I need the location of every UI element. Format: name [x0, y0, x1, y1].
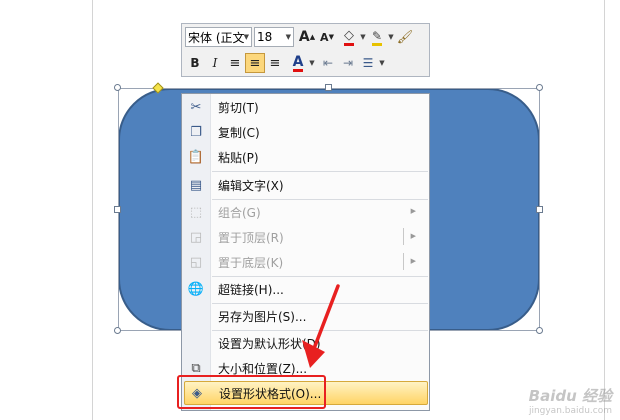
baidu-watermark: Baidu 经验 jingyan.baidu.com — [529, 385, 612, 416]
line-color-button[interactable]: ✎ — [367, 27, 387, 47]
pencil-icon: ✎ — [371, 29, 383, 46]
chevron-right-icon: ▶ — [410, 207, 416, 215]
chevron-down-icon[interactable]: ▼ — [378, 59, 386, 67]
group-icon: ⬚ — [189, 204, 203, 220]
fill-color-button[interactable]: ◇ — [339, 27, 359, 47]
chevron-down-icon[interactable]: ▼ — [286, 33, 291, 41]
menu-item-label: 组合(G) — [218, 205, 261, 220]
font-size-value: 18 — [257, 30, 273, 44]
menu-item-save-as-picture[interactable]: 另存为图片(S)... — [184, 304, 428, 328]
menu-item-group[interactable]: ⬚ 组合(G) ▶ — [184, 200, 428, 224]
chevron-down-icon[interactable]: ▼ — [244, 33, 249, 41]
font-name-value: 宋体 (正文 — [188, 30, 245, 45]
font-name-field[interactable]: 宋体 (正文 ▼ — [185, 27, 252, 47]
resize-handle-bottom-right[interactable] — [536, 327, 543, 334]
menu-item-set-default-shape[interactable]: 设置为默认形状(D) — [184, 331, 428, 355]
resize-handle-right[interactable] — [536, 206, 543, 213]
menu-item-bring-to-front[interactable]: ◲ 置于顶层(R) ▶ — [184, 225, 428, 249]
page-edge-right — [604, 0, 605, 420]
paint-bucket-icon: ◇ — [344, 28, 354, 46]
copy-icon: ❐ — [190, 124, 202, 140]
brush-icon: 🖌 — [396, 29, 414, 45]
page-edge-left — [92, 0, 93, 420]
menu-item-label: 置于顶层(R) — [218, 230, 284, 245]
resize-handle-top-right[interactable] — [536, 84, 543, 91]
bullets-button[interactable]: ☰ — [358, 53, 378, 73]
font-color-button[interactable]: A — [288, 53, 308, 73]
edit-text-icon: ▤ — [189, 177, 203, 193]
font-color-icon: A — [292, 53, 304, 72]
align-center-button[interactable]: ≡ — [245, 53, 265, 73]
decrease-indent-icon: ⇤ — [322, 56, 334, 70]
resize-handle-top[interactable] — [325, 84, 332, 91]
resize-handle-top-left[interactable] — [114, 84, 121, 91]
chevron-right-icon: ▶ — [410, 257, 416, 265]
red-callout-box — [177, 375, 326, 409]
increase-indent-button[interactable]: ⇥ — [338, 53, 358, 73]
grow-font-icon: A — [298, 29, 310, 45]
menu-item-label: 编辑文字(X) — [218, 178, 284, 193]
grow-font-button[interactable]: A ▲ — [297, 27, 317, 47]
italic-button[interactable]: I — [205, 53, 225, 73]
chevron-down-icon[interactable]: ▼ — [387, 33, 395, 41]
chevron-down-icon[interactable]: ▼ — [359, 33, 367, 41]
send-back-icon: ◱ — [189, 254, 203, 270]
align-left-icon: ≡ — [229, 55, 241, 71]
align-right-button[interactable]: ≡ — [265, 53, 285, 73]
bold-icon: B — [190, 56, 200, 70]
align-right-icon: ≡ — [269, 55, 281, 71]
watermark-text: Baidu 经验 — [528, 387, 612, 405]
bullets-icon: ☰ — [362, 56, 374, 70]
mini-toolbar: 宋体 (正文 ▼ 18 ▼ A ▲ A ▼ ◇ ▼ ✎ ▼ 🖌 B I ≡ ≡ … — [181, 23, 430, 77]
align-center-icon: ≡ — [249, 55, 261, 71]
resize-handle-bottom-left[interactable] — [114, 327, 121, 334]
align-left-button[interactable]: ≡ — [225, 53, 245, 73]
menu-item-label: 设置为默认形状(D) — [218, 336, 321, 351]
menu-item-copy[interactable]: ❐ 复制(C) — [184, 120, 428, 144]
menu-item-cut[interactable]: ✂ 剪切(T) — [184, 95, 428, 119]
bring-front-icon: ◲ — [189, 229, 203, 245]
menu-separator — [212, 171, 428, 172]
shrink-font-button[interactable]: A ▼ — [317, 27, 337, 47]
chevron-down-icon[interactable]: ▼ — [308, 59, 316, 67]
resize-handle-left[interactable] — [114, 206, 121, 213]
menu-item-label: 粘贴(P) — [218, 150, 259, 165]
menu-item-label: 置于底层(K) — [218, 255, 284, 270]
menu-item-send-to-back[interactable]: ◱ 置于底层(K) ▶ — [184, 250, 428, 274]
menu-item-edit-text[interactable]: ▤ 编辑文字(X) — [184, 173, 428, 197]
menu-item-label: 复制(C) — [218, 125, 260, 140]
menu-item-label: 剪切(T) — [218, 100, 259, 115]
menu-item-label: 大小和位置(Z)... — [218, 361, 308, 376]
italic-icon: I — [212, 56, 218, 70]
paste-icon: 📋 — [187, 149, 205, 165]
menu-item-label: 另存为图片(S)... — [218, 309, 307, 324]
shrink-font-icon: A — [320, 30, 329, 44]
menu-item-label: 超链接(H)... — [218, 282, 284, 297]
decrease-indent-button[interactable]: ⇤ — [318, 53, 338, 73]
menu-item-paste[interactable]: 📋 粘贴(P) — [184, 145, 428, 169]
split-divider — [403, 228, 404, 245]
chevron-right-icon: ▶ — [410, 232, 416, 240]
increase-indent-icon: ⇥ — [342, 56, 354, 70]
font-size-field[interactable]: 18 ▼ — [254, 27, 294, 47]
hyperlink-icon: 🌐 — [187, 281, 205, 297]
split-divider — [403, 253, 404, 270]
watermark-sub: jingyan.baidu.com — [528, 406, 612, 416]
bold-button[interactable]: B — [185, 53, 205, 73]
context-menu: ✂ 剪切(T) ❐ 复制(C) 📋 粘贴(P) ▤ 编辑文字(X) ⬚ 组合(G… — [181, 93, 430, 411]
format-painter-button[interactable]: 🖌 — [395, 27, 415, 47]
scissors-icon: ✂ — [190, 99, 202, 115]
menu-item-hyperlink[interactable]: 🌐 超链接(H)... — [184, 277, 428, 301]
